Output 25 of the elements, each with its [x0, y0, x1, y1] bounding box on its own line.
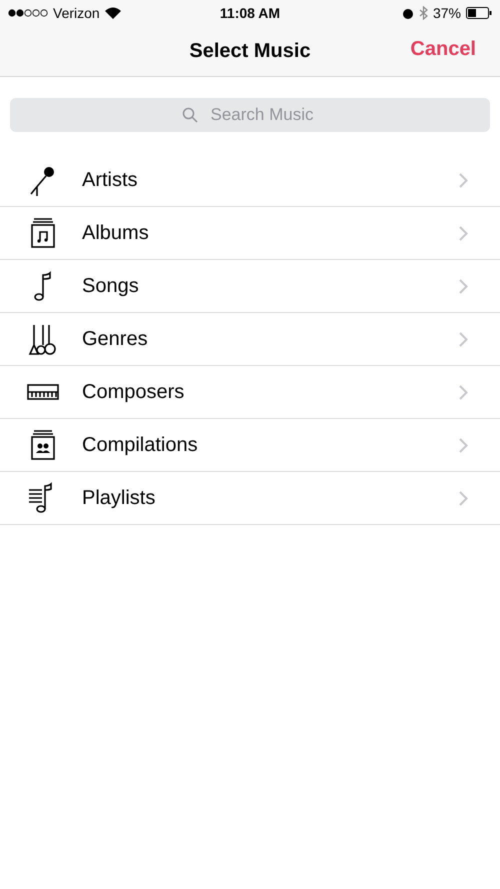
- search-icon: [182, 107, 198, 123]
- chevron-icon: [459, 438, 468, 452]
- chevron-icon: [459, 172, 468, 188]
- chevron-icon: [459, 226, 468, 240]
- category-row[interactable]: Playlists: [0, 472, 500, 525]
- status-time: 11:08 AM: [220, 5, 280, 21]
- category-row[interactable]: Albums: [0, 207, 500, 260]
- category-row[interactable]: Genres: [0, 313, 500, 366]
- chevron-icon: [459, 490, 468, 506]
- chevron-icon: [459, 332, 468, 346]
- battery-icon: [466, 7, 492, 19]
- battery-percent: 37%: [432, 5, 461, 21]
- screen-title: Select Music: [189, 40, 311, 62]
- chevron-icon: [459, 278, 468, 294]
- category-row[interactable]: Compilations: [0, 419, 500, 472]
- category-row[interactable]: Songs: [0, 260, 500, 313]
- carrier-name: Verizon: [53, 5, 100, 21]
- cancel-button[interactable]: Cancel: [410, 38, 476, 61]
- wifi-icon: [104, 7, 121, 19]
- category-row[interactable]: Artists: [0, 154, 500, 207]
- signal-icon: [8, 9, 48, 17]
- chevron-icon: [459, 384, 468, 400]
- search-field[interactable]: Search Music: [10, 98, 490, 132]
- bluetooth-icon: [418, 6, 428, 20]
- category-row[interactable]: Composers: [0, 366, 500, 419]
